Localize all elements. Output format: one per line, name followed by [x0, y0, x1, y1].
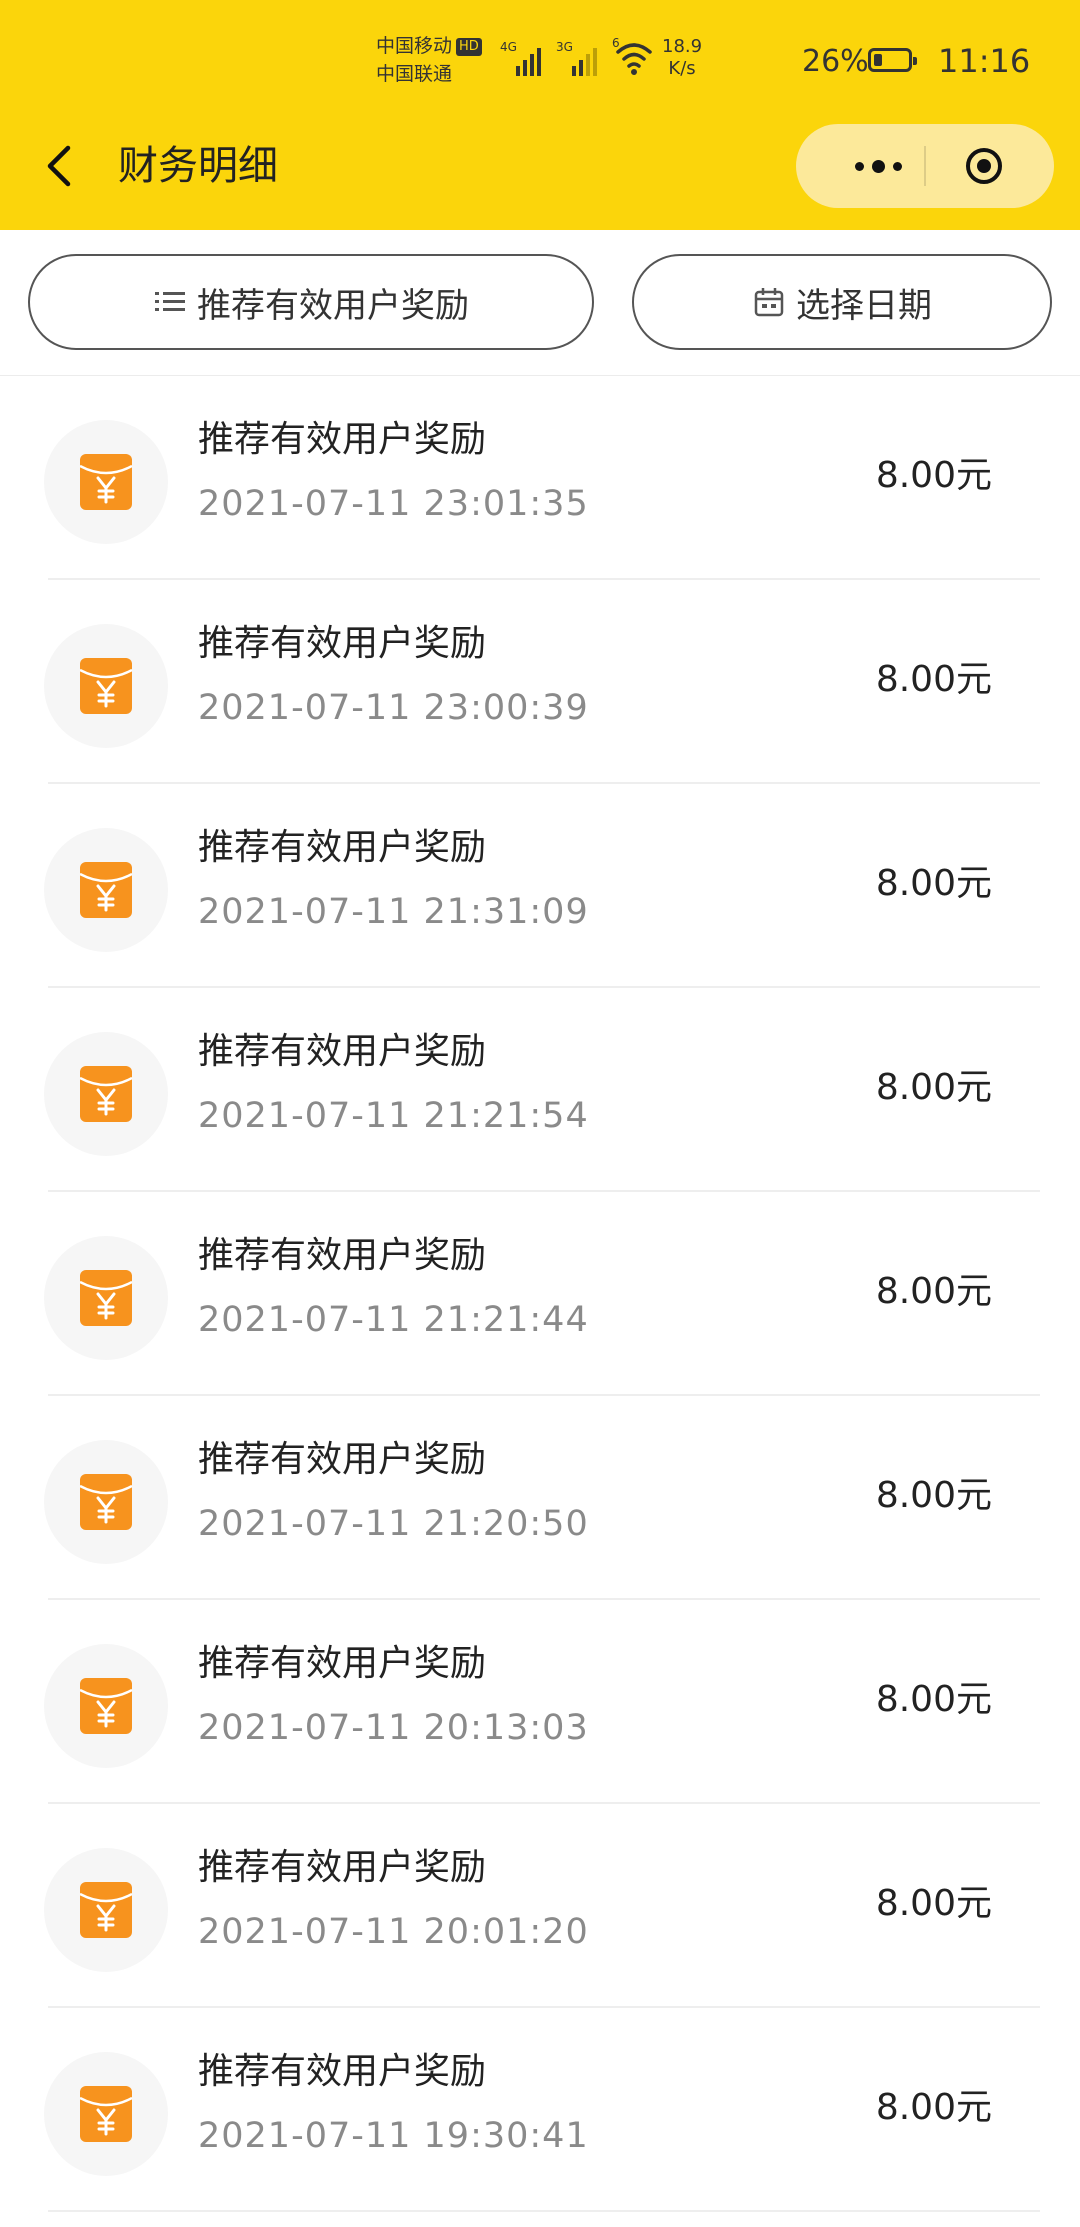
transaction-title: 推荐有效用户奖励: [198, 2051, 487, 2092]
date-filter-label: 选择日期: [796, 285, 932, 326]
top-header: 中国移动HD 中国联通 4G 3G 6 18.9 K/s 26% 11:16: [0, 0, 1080, 230]
target-circle-icon[interactable]: [964, 146, 1004, 186]
network-speed: 18.9 K/s: [662, 36, 702, 80]
transaction-time: 2021-07-11 20:01:20: [198, 1912, 589, 1952]
type-filter-label: 推荐有效用户奖励: [197, 285, 469, 326]
signal-4g-icon: 4G: [500, 40, 550, 76]
red-packet-yuan-icon: [44, 1032, 168, 1156]
transaction-amount: 8.00元: [875, 1271, 992, 1312]
transaction-time: 2021-07-11 21:20:50: [198, 1504, 589, 1544]
signal-3g-icon: 3G: [556, 40, 606, 76]
calendar-icon: [754, 288, 784, 317]
page-title: 财务明细: [118, 143, 278, 189]
battery-fill: [874, 54, 882, 66]
network-speed-unit: K/s: [668, 58, 696, 79]
transaction-title: 推荐有效用户奖励: [198, 1031, 487, 1072]
transaction-row[interactable]: 推荐有效用户奖励 2021-07-11 21:31:09 8.00元: [0, 784, 1080, 988]
transaction-title: 推荐有效用户奖励: [198, 419, 487, 460]
transaction-time: 2021-07-11 20:13:03: [198, 1708, 589, 1748]
red-packet-yuan-icon: [44, 828, 168, 952]
transaction-time: 2021-07-11 19:30:41: [198, 2116, 589, 2156]
network-speed-value: 18.9: [662, 36, 703, 57]
capsule-divider: [924, 146, 926, 186]
type-filter-button[interactable]: 推荐有效用户奖励: [28, 254, 594, 350]
red-packet-yuan-icon: [44, 1644, 168, 1768]
red-packet-yuan-icon: [44, 420, 168, 544]
transaction-amount: 8.00元: [875, 1067, 992, 1108]
transaction-amount: 8.00元: [875, 455, 992, 496]
transaction-amount: 8.00元: [875, 1475, 992, 1516]
red-packet-yuan-icon: [44, 1848, 168, 1972]
transaction-amount: 8.00元: [875, 659, 992, 700]
red-packet-yuan-icon: [44, 1236, 168, 1360]
row-divider: [48, 2210, 1040, 2212]
red-packet-yuan-icon: [44, 2052, 168, 2176]
transaction-row[interactable]: 推荐有效用户奖励 2021-07-11 23:01:35 8.00元: [0, 376, 1080, 580]
transaction-row[interactable]: 推荐有效用户奖励 2021-07-11 20:01:20 8.00元: [0, 1804, 1080, 2008]
status-bar: 中国移动 HD 中国联通 4G 3G 6 18.9 K/s 26% 11:16: [0, 0, 1080, 120]
transaction-row[interactable]: 推荐有效用户奖励 2021-07-11 21:21:44 8.00元: [0, 1192, 1080, 1396]
transaction-time: 2021-07-11 21:21:54: [198, 1096, 589, 1136]
status-clock: 11:16: [938, 42, 1031, 80]
transaction-time: 2021-07-11 23:00:39: [198, 688, 589, 728]
carrier-1: 中国移动: [376, 35, 453, 57]
more-dots-icon[interactable]: [836, 144, 920, 188]
wifi-tag: 6: [612, 36, 620, 50]
transaction-title: 推荐有效用户奖励: [198, 1643, 487, 1684]
red-packet-yuan-icon: [44, 1440, 168, 1564]
transaction-amount: 8.00元: [875, 1883, 992, 1924]
transaction-time: 2021-07-11 23:01:35: [198, 484, 589, 524]
transaction-title: 推荐有效用户奖励: [198, 1235, 487, 1276]
transaction-amount: 8.00元: [875, 1679, 992, 1720]
transaction-amount: 8.00元: [875, 863, 992, 904]
filter-bar: 推荐有效用户奖励 选择日期: [0, 230, 1080, 376]
transaction-row[interactable]: 推荐有效用户奖励 2021-07-11 19:30:41 8.00元: [0, 2008, 1080, 2212]
carrier-2: 中国联通: [376, 63, 453, 85]
transaction-row[interactable]: 推荐有效用户奖励 2021-07-11 23:00:39 8.00元: [0, 580, 1080, 784]
date-filter-button[interactable]: 选择日期: [632, 254, 1052, 350]
transaction-time: 2021-07-11 21:31:09: [198, 892, 589, 932]
wifi-icon: 6: [612, 36, 656, 78]
red-packet-yuan-icon: [44, 624, 168, 748]
transaction-title: 推荐有效用户奖励: [198, 827, 487, 868]
signal-3g-tag: 3G: [556, 40, 573, 54]
transaction-title: 推荐有效用户奖励: [198, 1847, 487, 1888]
transaction-title: 推荐有效用户奖励: [198, 1439, 487, 1480]
chevron-left-icon: [47, 145, 71, 187]
transaction-list: 推荐有效用户奖励 2021-07-11 23:01:35 8.00元 推荐有效用…: [0, 376, 1080, 2212]
battery-icon: [868, 48, 917, 72]
list-icon: [155, 292, 185, 311]
carrier-info: 中国移动 HD 中国联通: [376, 32, 482, 88]
transaction-amount: 8.00元: [875, 2087, 992, 2128]
hd-badge: HD: [456, 38, 482, 56]
transaction-row[interactable]: 推荐有效用户奖励 2021-07-11 21:21:54 8.00元: [0, 988, 1080, 1192]
battery-percent: 26%: [802, 44, 869, 79]
transaction-row[interactable]: 推荐有效用户奖励 2021-07-11 20:13:03 8.00元: [0, 1600, 1080, 1804]
back-button[interactable]: [36, 140, 84, 192]
miniprogram-capsule: [796, 124, 1054, 208]
signal-4g-tag: 4G: [500, 40, 517, 54]
transaction-title: 推荐有效用户奖励: [198, 623, 487, 664]
transaction-row[interactable]: 推荐有效用户奖励 2021-07-11 21:20:50 8.00元: [0, 1396, 1080, 1600]
transaction-time: 2021-07-11 21:21:44: [198, 1300, 589, 1340]
